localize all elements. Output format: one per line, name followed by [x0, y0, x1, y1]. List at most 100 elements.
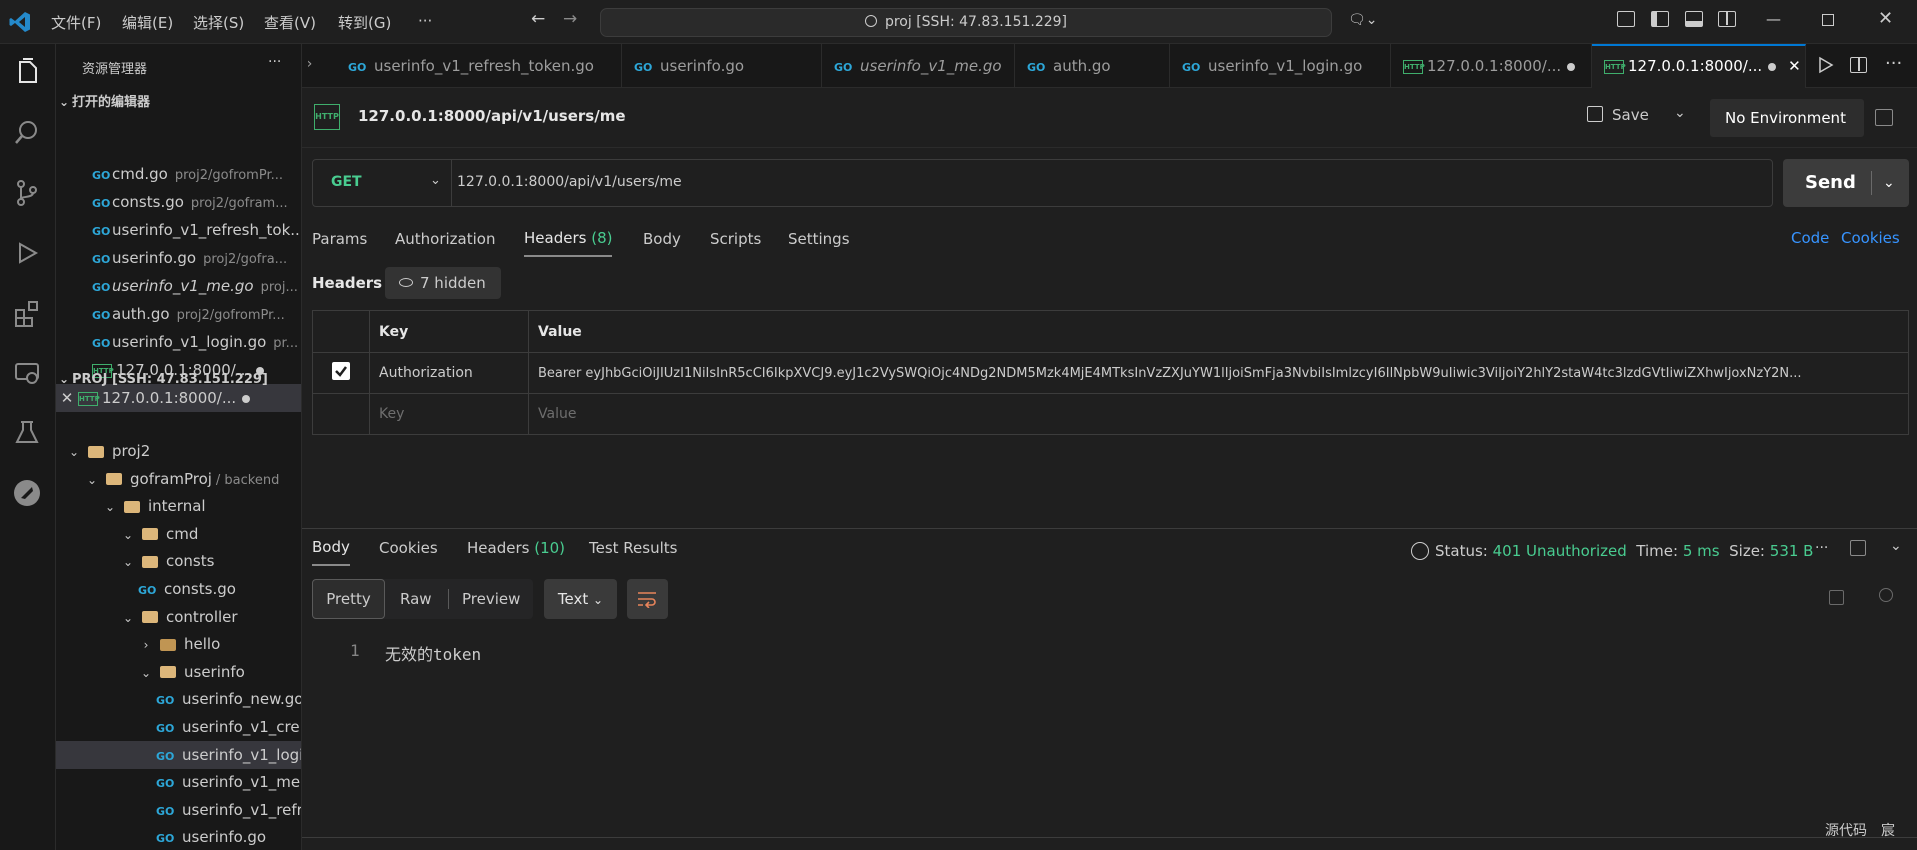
tab-params[interactable]: Params	[312, 230, 367, 248]
tree-folder-item[interactable]: › hello	[56, 630, 301, 658]
tree-folder-item[interactable]: ⌄ controller	[56, 603, 301, 631]
extensions-icon[interactable]	[12, 298, 42, 328]
customize-layout-icon[interactable]	[1617, 11, 1635, 31]
method-selector[interactable]: GET ⌄	[313, 160, 452, 206]
menu-select[interactable]: 选择(S)	[193, 12, 244, 33]
forward-arrow-icon[interactable]: →	[563, 9, 577, 29]
tree-file-item[interactable]: GO userinfo_v1_refr...	[56, 796, 301, 824]
menu-goto[interactable]: 转到(G)	[338, 12, 391, 33]
postman-icon[interactable]	[12, 478, 42, 508]
more-actions-icon[interactable]: ···	[268, 54, 281, 70]
scroll-tabs-left-icon[interactable]: ›	[302, 56, 317, 72]
editor-tab[interactable]: HTTP 127.0.0.1:8000/...	[1391, 44, 1592, 88]
row-checkbox[interactable]	[312, 352, 370, 394]
search-response-icon[interactable]	[1879, 588, 1893, 606]
toggle-secondary-sidebar-icon[interactable]	[1718, 11, 1736, 31]
tab-body[interactable]: Body	[643, 230, 681, 248]
response-body-text[interactable]: 无效的token	[385, 641, 481, 665]
environment-selector[interactable]: No Environment	[1710, 99, 1864, 137]
pretty-button[interactable]: Pretty	[312, 579, 385, 619]
save-button[interactable]: Save	[1587, 106, 1649, 124]
hidden-headers-toggle[interactable]: 7 hidden	[385, 267, 501, 299]
close-window-icon[interactable]: ✕	[1878, 8, 1893, 29]
restore-icon[interactable]	[1822, 12, 1834, 30]
toggle-panel-icon[interactable]	[1685, 11, 1703, 31]
tree-file-item[interactable]: GO userinfo_new.go	[56, 685, 301, 713]
request-title[interactable]: 127.0.0.1:8000/api/v1/users/me	[358, 107, 626, 125]
environment-quick-look-icon[interactable]	[1875, 109, 1893, 130]
testing-icon[interactable]	[12, 418, 42, 448]
editor-tab[interactable]: GO userinfo_v1_me.go	[822, 44, 1015, 88]
wrap-toggle-button[interactable]	[627, 579, 668, 619]
tree-file-item[interactable]: GO userinfo_v1_logi...	[56, 740, 301, 769]
tab-authorization[interactable]: Authorization	[395, 230, 495, 248]
tree-file-item[interactable]: GO userinfo_v1_cre...	[56, 713, 301, 741]
editor-tab[interactable]: GO userinfo.go	[622, 44, 822, 88]
menu-more[interactable]: ···	[418, 12, 432, 30]
tab-settings[interactable]: Settings	[788, 230, 850, 248]
tree-folder-item[interactable]: ⌄ proj2	[56, 437, 301, 465]
editor-tab[interactable]: GO userinfo_v1_login.go	[1170, 44, 1391, 88]
tree-folder-item[interactable]: ⌄ consts	[56, 547, 301, 575]
tab-scripts[interactable]: Scripts	[710, 230, 761, 248]
more-response-actions-icon[interactable]: ···	[1815, 540, 1828, 556]
save-options-chevron-icon[interactable]: ⌄	[1674, 105, 1686, 121]
tab-headers[interactable]: Headers (8)	[524, 229, 613, 257]
editor-tab[interactable]: GO userinfo_v1_refresh_token.go	[336, 44, 622, 88]
explorer-icon[interactable]	[12, 58, 42, 88]
layout-toggle-icon[interactable]	[1850, 540, 1866, 560]
close-tab-icon[interactable]: ✕	[1788, 57, 1801, 75]
code-link[interactable]: Code	[1791, 229, 1829, 247]
open-editor-item[interactable]: GO consts.go proj2/gofram...	[56, 188, 301, 216]
tree-folder-item[interactable]: ⌄ userinfo	[56, 658, 301, 686]
url-input[interactable]: 127.0.0.1:8000/api/v1/users/me	[457, 174, 682, 190]
send-options-chevron-icon[interactable]: ⌄	[1883, 159, 1895, 207]
raw-button[interactable]: Raw	[400, 583, 432, 615]
open-editor-item[interactable]: GO auth.go proj2/gofromPr...	[56, 300, 301, 328]
remote-explorer-icon[interactable]	[12, 358, 42, 388]
editor-tab[interactable]: HTTP 127.0.0.1:8000/... ✕	[1592, 44, 1806, 88]
open-editor-item[interactable]: GO cmd.go proj2/gofromPr...	[56, 160, 301, 188]
run-debug-icon[interactable]	[12, 238, 42, 268]
format-selector[interactable]: Text ⌄	[544, 579, 617, 619]
menu-file[interactable]: 文件(F)	[51, 12, 101, 33]
response-tab-body[interactable]: Body	[312, 538, 350, 566]
open-editor-item[interactable]: GO userinfo.go proj2/gofra...	[56, 244, 301, 272]
tree-file-item[interactable]: GO consts.go	[56, 575, 301, 603]
header-key-cell[interactable]: Authorization	[369, 352, 529, 394]
open-editor-item[interactable]: GO userinfo_v1_login.go pr...	[56, 328, 301, 356]
source-control-icon[interactable]	[12, 178, 42, 208]
send-button[interactable]: Send ⌄	[1783, 159, 1909, 207]
more-editor-actions-icon[interactable]: ···	[1885, 53, 1902, 74]
open-editor-item[interactable]: GO userinfo_v1_me.go proj...	[56, 272, 301, 300]
tree-file-item[interactable]: GO userinfo_v1_me....	[56, 768, 301, 796]
response-tab-cookies[interactable]: Cookies	[379, 539, 438, 557]
tree-folder-item[interactable]: ⌄ cmd	[56, 520, 301, 548]
tree-folder-item[interactable]: ⌄ goframProj / backend	[56, 465, 301, 493]
header-value-cell[interactable]: Bearer eyJhbGciOiJIUzI1NiIsInR5cCI6IkpXV…	[528, 352, 1909, 394]
tree-file-item[interactable]: GO userinfo.go	[56, 823, 301, 850]
value-input[interactable]: Value	[528, 393, 1909, 435]
copy-icon[interactable]	[1829, 590, 1844, 609]
preview-button[interactable]: Preview	[462, 583, 520, 615]
open-editor-item[interactable]: GO userinfo_v1_refresh_tok...	[56, 216, 301, 244]
split-editor-icon[interactable]	[1850, 57, 1867, 77]
back-arrow-icon[interactable]: ←	[531, 9, 545, 29]
project-section[interactable]: ⌄ PROJ [SSH: 47.83.151.229]	[56, 368, 301, 390]
key-input[interactable]: Key	[369, 393, 529, 435]
response-tab-headers[interactable]: Headers (10)	[467, 539, 565, 557]
panel-divider[interactable]	[302, 528, 1917, 529]
toggle-sidebar-icon[interactable]	[1651, 11, 1669, 31]
response-tab-test-results[interactable]: Test Results	[589, 539, 677, 557]
editor-tab[interactable]: GO auth.go	[1015, 44, 1170, 88]
menu-view[interactable]: 查看(V)	[264, 12, 316, 33]
open-editors-section[interactable]: ⌄ 打开的编辑器	[56, 91, 301, 113]
minimize-icon[interactable]: —	[1766, 10, 1781, 28]
tree-folder-item[interactable]: ⌄ internal	[56, 492, 301, 520]
run-icon[interactable]	[1816, 56, 1834, 74]
search-icon[interactable]	[12, 118, 42, 148]
cookies-link[interactable]: Cookies	[1841, 229, 1900, 247]
copilot-icon[interactable]: 🗨⌄	[1348, 12, 1378, 28]
menu-edit[interactable]: 编辑(E)	[122, 12, 173, 33]
collapse-response-chevron-icon[interactable]: ⌄	[1890, 538, 1902, 554]
